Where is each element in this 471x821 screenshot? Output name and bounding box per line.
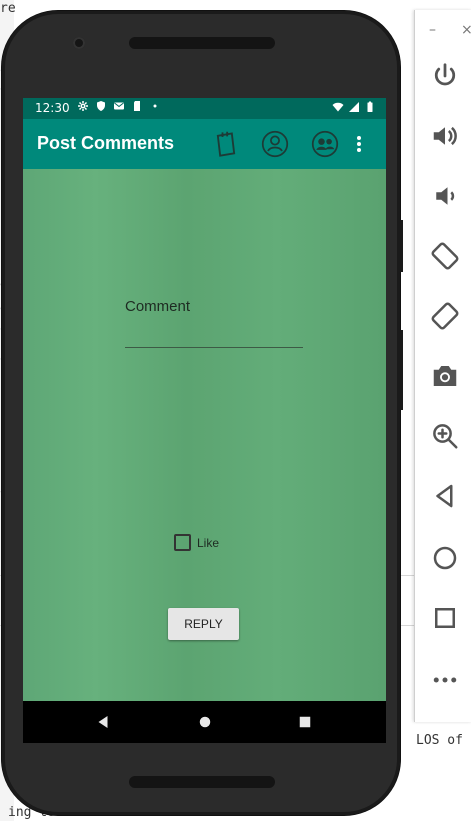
back-icon [98,716,108,728]
volume-up-button[interactable] [429,120,461,152]
nav-home-button[interactable] [195,712,215,732]
status-notification-icons [77,100,161,112]
power-button[interactable] [429,60,461,92]
phone-power-key[interactable] [399,220,403,272]
profile-button[interactable] [261,130,289,158]
settings-icon [78,101,88,111]
wifi-icon [332,102,344,112]
close-button[interactable]: × [461,22,471,38]
like-checkbox-row[interactable]: Like [174,534,219,551]
bottom-speaker [129,776,275,788]
rotate-right-button[interactable] [429,300,461,332]
notepad-button[interactable] [212,130,240,158]
emulator-toolbar: – × [414,10,471,722]
zoom-button[interactable] [429,420,461,452]
zoom-in-icon [433,424,458,449]
app-title: Post Comments [37,133,175,153]
like-label: Like [197,535,220,550]
comment-label: Comment [125,298,191,315]
nav-back-button[interactable] [93,712,113,732]
phone-volume-key[interactable] [399,330,403,410]
overflow-menu-icon [357,136,361,152]
mail-icon [114,102,124,110]
rotate-left-button[interactable] [429,240,461,272]
content-area: Comment Like REPLY [23,169,386,701]
power-icon [434,63,456,86]
rotate-left-icon [431,242,459,270]
home-icon [433,546,457,570]
more-icon [433,677,457,683]
toolbar-window-controls: – × [415,20,471,44]
rotate-right-icon [431,302,459,330]
person-icon [261,130,289,158]
navigation-bar [23,701,386,743]
overview-icon [299,716,311,728]
front-camera [73,37,85,49]
overflow-menu-button[interactable] [352,130,366,158]
group-button[interactable] [311,130,339,158]
camera-icon [433,366,457,386]
top-speaker [129,37,275,49]
dot-icon [153,104,157,108]
status-system-icons [332,101,376,113]
status-time: 12:30 [35,101,70,115]
overview-button[interactable] [429,602,461,634]
volume-down-icon [436,187,455,205]
shield-icon [97,101,105,111]
battery-icon [367,101,373,112]
home-button[interactable] [429,542,461,574]
overview-icon [435,608,455,628]
app-toolbar: Post Comments [23,119,386,169]
minimize-button[interactable]: – [429,22,436,38]
ide-code-text: LOS of [416,733,463,748]
status-bar: 12:30 [23,98,386,119]
phone-frame: 12:30 Post Comments Comment Like REPLY [2,11,400,815]
notepad-icon [216,131,236,157]
screenshot-button[interactable] [429,360,461,392]
nav-overview-button[interactable] [295,712,315,732]
back-icon [436,484,453,508]
phone-screen: 12:30 Post Comments Comment Like REPLY [23,98,386,743]
like-checkbox[interactable] [174,534,191,551]
more-button[interactable] [429,664,461,696]
back-button[interactable] [429,480,461,512]
volume-up-icon [433,126,457,146]
ide-code-text: re [0,1,16,16]
volume-down-button[interactable] [429,180,461,212]
reply-button[interactable]: REPLY [168,608,239,640]
group-icon [311,130,339,158]
sd-card-icon [134,101,140,111]
comment-input[interactable] [125,319,303,348]
signal-icon [349,102,359,112]
home-icon [199,716,211,728]
